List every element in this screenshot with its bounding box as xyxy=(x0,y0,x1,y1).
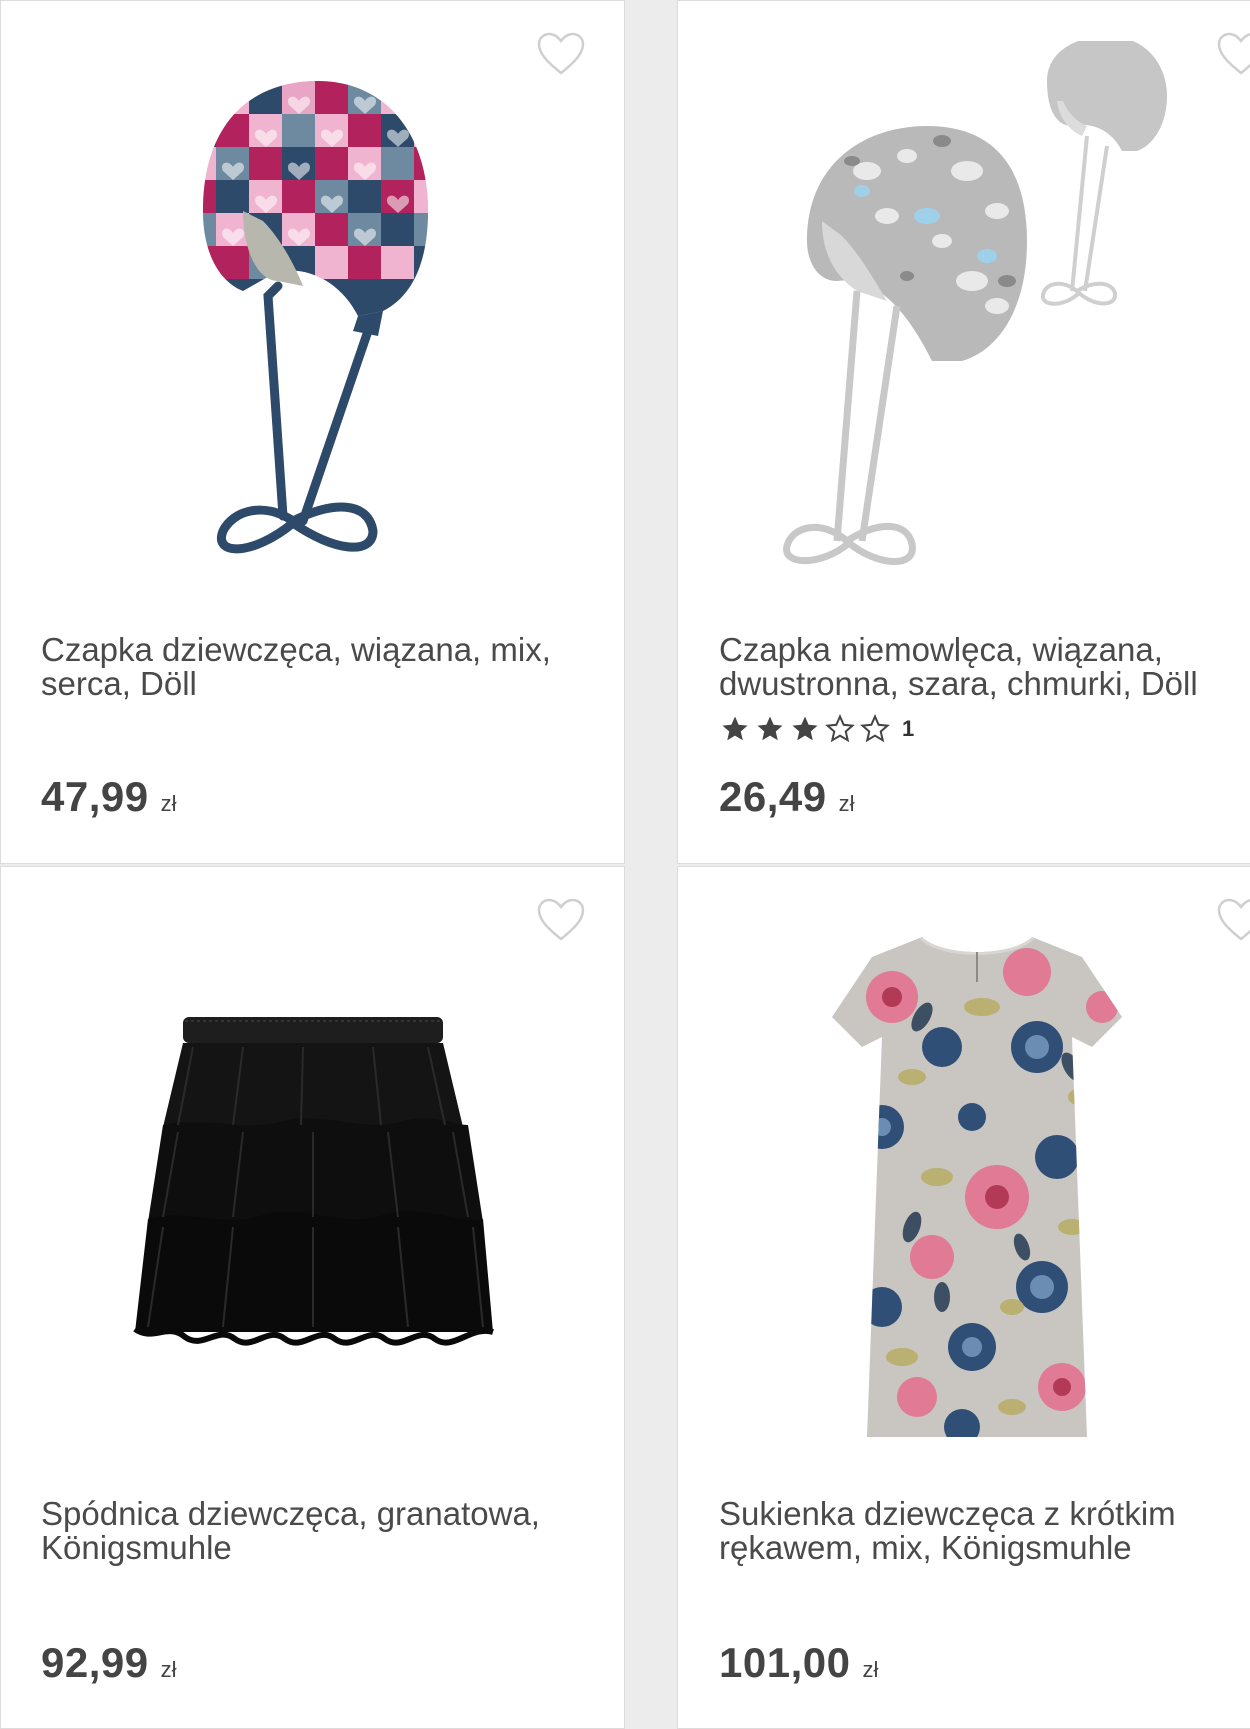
product-card[interactable]: Czapka dziewczęca, wiązana, mix, serca, … xyxy=(0,0,625,864)
rating-stars[interactable]: 1 xyxy=(719,714,914,744)
grey-cloud-hat-image xyxy=(783,41,1167,565)
star-outline-icon xyxy=(860,714,890,743)
product-price: 47,99 zł xyxy=(41,773,177,821)
price-amount: 47,99 xyxy=(41,773,149,820)
product-card[interactable]: Spódnica dziewczęca, granatowa, Königsmu… xyxy=(0,866,625,1729)
product-image[interactable] xyxy=(1,21,624,621)
star-filled-icon xyxy=(722,716,748,741)
price-amount: 92,99 xyxy=(41,1639,149,1686)
price-currency: zł xyxy=(862,1657,879,1682)
product-title[interactable]: Spódnica dziewczęca, granatowa, Königsmu… xyxy=(41,1497,601,1565)
star-filled-icon xyxy=(757,716,783,741)
knitted-heart-hat-image xyxy=(202,81,428,554)
product-price: 101,00 zł xyxy=(719,1639,878,1687)
product-card[interactable]: Czapka niemowlęca, wiązana, dwustronna, … xyxy=(677,0,1250,864)
product-price: 92,99 zł xyxy=(41,1639,177,1687)
product-title[interactable]: Czapka dziewczęca, wiązana, mix, serca, … xyxy=(41,633,601,701)
product-title[interactable]: Czapka niemowlęca, wiązana, dwustronna, … xyxy=(719,633,1239,701)
price-currency: zł xyxy=(160,791,177,816)
star-filled-icon xyxy=(792,716,818,741)
price-amount: 26,49 xyxy=(719,773,827,820)
product-price: 26,49 zł xyxy=(719,773,855,821)
floral-dress-image xyxy=(832,937,1122,1437)
black-tulle-skirt-image xyxy=(132,1017,494,1346)
product-title[interactable]: Sukienka dziewczęca z krótkim rękawem, m… xyxy=(719,1497,1239,1565)
star-outline-icon xyxy=(825,714,855,743)
price-amount: 101,00 xyxy=(719,1639,851,1686)
product-image[interactable] xyxy=(678,887,1250,1487)
rating-count: 1 xyxy=(902,716,915,741)
product-image[interactable] xyxy=(1,887,624,1487)
product-image[interactable] xyxy=(678,21,1250,621)
product-grid: Czapka dziewczęca, wiązana, mix, serca, … xyxy=(0,0,1250,1729)
price-currency: zł xyxy=(160,1657,177,1682)
product-card[interactable]: Sukienka dziewczęca z krótkim rękawem, m… xyxy=(677,866,1250,1729)
price-currency: zł xyxy=(838,791,855,816)
